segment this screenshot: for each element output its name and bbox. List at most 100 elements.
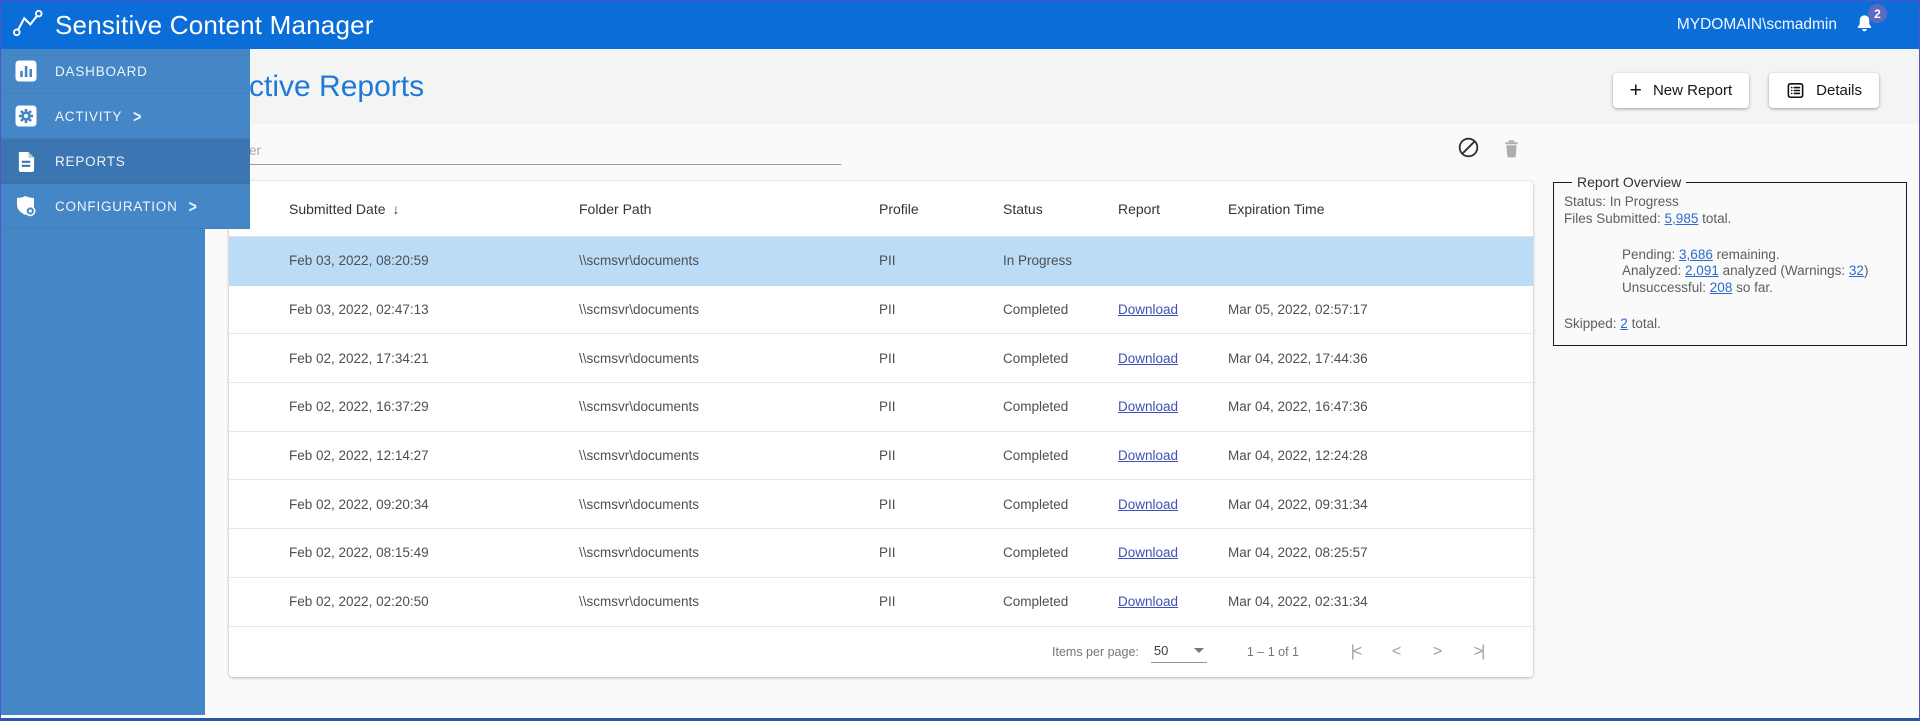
column-header-label: Submitted Date [289,200,386,217]
cell-profile: PII [879,545,896,561]
cell-expiration: Mar 04, 2022, 08:25:57 [1228,545,1368,561]
table-row[interactable]: Feb 03, 2022, 02:47:13 \\scmsvr\documents… [229,286,1533,335]
report-overview-body: Status: In Progress Files Submitted: 5,98… [1564,194,1896,333]
cell-submitted: Feb 02, 2022, 08:15:49 [289,545,429,561]
cell-folder: \\scmsvr\documents [579,545,700,561]
notifications-button[interactable]: 2 [1853,4,1887,37]
cell-folder: \\scmsvr\documents [579,350,700,366]
previous-page-button[interactable]: < [1376,643,1417,661]
sidebar-item-label: DASHBOARD [55,63,148,79]
overview-text: Unsuccessful: [1622,280,1710,296]
table-row[interactable]: Feb 02, 2022, 08:15:49 \\scmsvr\documents… [229,529,1533,578]
overview-line: Analyzed: 2,091 analyzed (Warnings: 32) [1622,263,1896,280]
sidebar-item-configuration[interactable]: CONFIGURATION > [1,184,250,229]
cell-folder: \\scmsvr\documents [579,448,700,464]
overview-text: so far. [1732,280,1773,296]
column-header-label: Expiration Time [1228,200,1325,217]
cell-profile: PII [879,448,896,464]
cell-expiration: Mar 04, 2022, 09:31:34 [1228,496,1368,512]
overview-text: total. [1698,210,1732,226]
cell-status: Completed [1003,350,1069,366]
app-title: Sensitive Content Manager [55,9,374,40]
activity-icon [14,104,38,128]
download-link[interactable]: Download [1118,351,1178,366]
sidebar-item-dashboard[interactable]: DASHBOARD [1,49,250,94]
table-row[interactable]: Feb 02, 2022, 17:34:21 \\scmsvr\documents… [229,334,1533,384]
paginator: Items per page: 50 1 – 1 of 1 |< < > >| [229,627,1533,677]
cell-status: In Progress [1003,253,1073,269]
details-button[interactable]: Details [1769,73,1879,108]
download-link[interactable]: Download [1118,594,1178,609]
cell-submitted: Feb 03, 2022, 08:20:59 [289,253,429,269]
sidebar-item-activity[interactable]: ACTIVITY > [1,94,250,139]
cell-report: Download [1118,399,1228,414]
first-page-button[interactable]: |< [1335,643,1376,661]
column-header-label: Report [1118,200,1161,217]
overview-text: Status: In Progress [1564,194,1679,209]
main-content: Submitted Date ↓ Folder Path Profile Status R… [205,124,1918,715]
overview-text: remaining. [1712,246,1780,262]
column-header-expiration-time[interactable]: Expiration Time [1228,201,1533,217]
column-header-submitted-date[interactable]: Submitted Date ↓ [289,201,579,217]
cell-status: Completed [1003,302,1069,318]
cell-expiration: Mar 04, 2022, 17:44:36 [1228,350,1368,366]
cell-status: Completed [1003,594,1069,610]
column-header-report[interactable]: Report [1118,201,1228,217]
overview-count-link[interactable]: 5,985 [1665,211,1699,226]
cell-folder: \\scmsvr\documents [579,594,700,610]
items-per-page-label: Items per page: [1052,645,1139,659]
table-row[interactable]: Feb 02, 2022, 12:14:27 \\scmsvr\documents… [229,432,1533,481]
overview-text: analyzed (Warnings: [1718,263,1849,279]
cell-status: Completed [1003,448,1069,464]
download-link[interactable]: Download [1118,399,1178,414]
cell-profile: PII [879,496,896,512]
overview-count-link[interactable]: 2 [1620,316,1628,331]
page-actions: + New Report Details [1612,73,1879,108]
overview-spacer [1564,228,1896,247]
overview-count-link[interactable]: 32 [1849,263,1864,278]
table-header-row: Submitted Date ↓ Folder Path Profile Status R… [229,181,1533,237]
cell-submitted: Feb 02, 2022, 12:14:27 [289,448,429,464]
cell-folder: \\scmsvr\documents [579,399,700,415]
sort-descending-icon: ↓ [392,200,400,217]
dashboard-icon [14,59,38,83]
table-row[interactable]: Feb 02, 2022, 09:20:34 \\scmsvr\documents… [229,480,1533,530]
sidebar-item-label: CONFIGURATION [55,198,178,214]
cell-expiration: Mar 04, 2022, 02:31:34 [1228,594,1368,610]
overview-count-link[interactable]: 2,091 [1685,263,1719,278]
delete-trash-icon[interactable] [1501,138,1525,162]
page-range-label: 1 – 1 of 1 [1246,645,1299,659]
column-header-profile[interactable]: Profile [879,201,1003,217]
cell-profile: PII [879,302,896,318]
page-size-select[interactable]: 50 [1150,641,1207,663]
overview-count-link[interactable]: 208 [1710,280,1733,295]
cell-expiration: Mar 04, 2022, 12:24:28 [1228,448,1368,464]
filter-input[interactable] [229,139,841,165]
download-link[interactable]: Download [1118,302,1178,317]
overview-count-link[interactable]: 3,686 [1679,247,1713,262]
sidebar-item-reports[interactable]: REPORTS [1,139,250,184]
sidebar-item-label: REPORTS [55,153,126,169]
overview-text: Pending: [1622,246,1680,262]
new-report-button[interactable]: + New Report [1612,73,1750,108]
cell-folder: \\scmsvr\documents [579,302,700,318]
sidebar-item-label: ACTIVITY [55,108,123,124]
table-row[interactable]: Feb 02, 2022, 16:37:29 \\scmsvr\documents… [229,383,1533,432]
download-link[interactable]: Download [1118,448,1178,463]
column-header-status[interactable]: Status [1003,201,1118,217]
table-row[interactable]: Feb 02, 2022, 02:20:50 \\scmsvr\documents… [229,578,1533,627]
download-link[interactable]: Download [1118,545,1178,560]
column-header-label: Status [1003,200,1043,217]
new-report-label: New Report [1652,82,1733,99]
bell-icon [1853,15,1876,41]
table-row[interactable]: Feb 03, 2022, 08:20:59 \\scmsvr\documents… [229,237,1533,286]
cancel-report-icon[interactable] [1457,136,1481,160]
cell-submitted: Feb 02, 2022, 17:34:21 [289,350,429,366]
last-page-button[interactable]: >| [1458,643,1499,661]
cell-folder: \\scmsvr\documents [579,253,700,269]
page-header-band: Active Reports + New Report Details [205,49,1919,124]
cell-report: Download [1118,351,1228,366]
next-page-button[interactable]: > [1417,643,1458,661]
column-header-folder-path[interactable]: Folder Path [579,201,879,217]
download-link[interactable]: Download [1118,497,1178,512]
